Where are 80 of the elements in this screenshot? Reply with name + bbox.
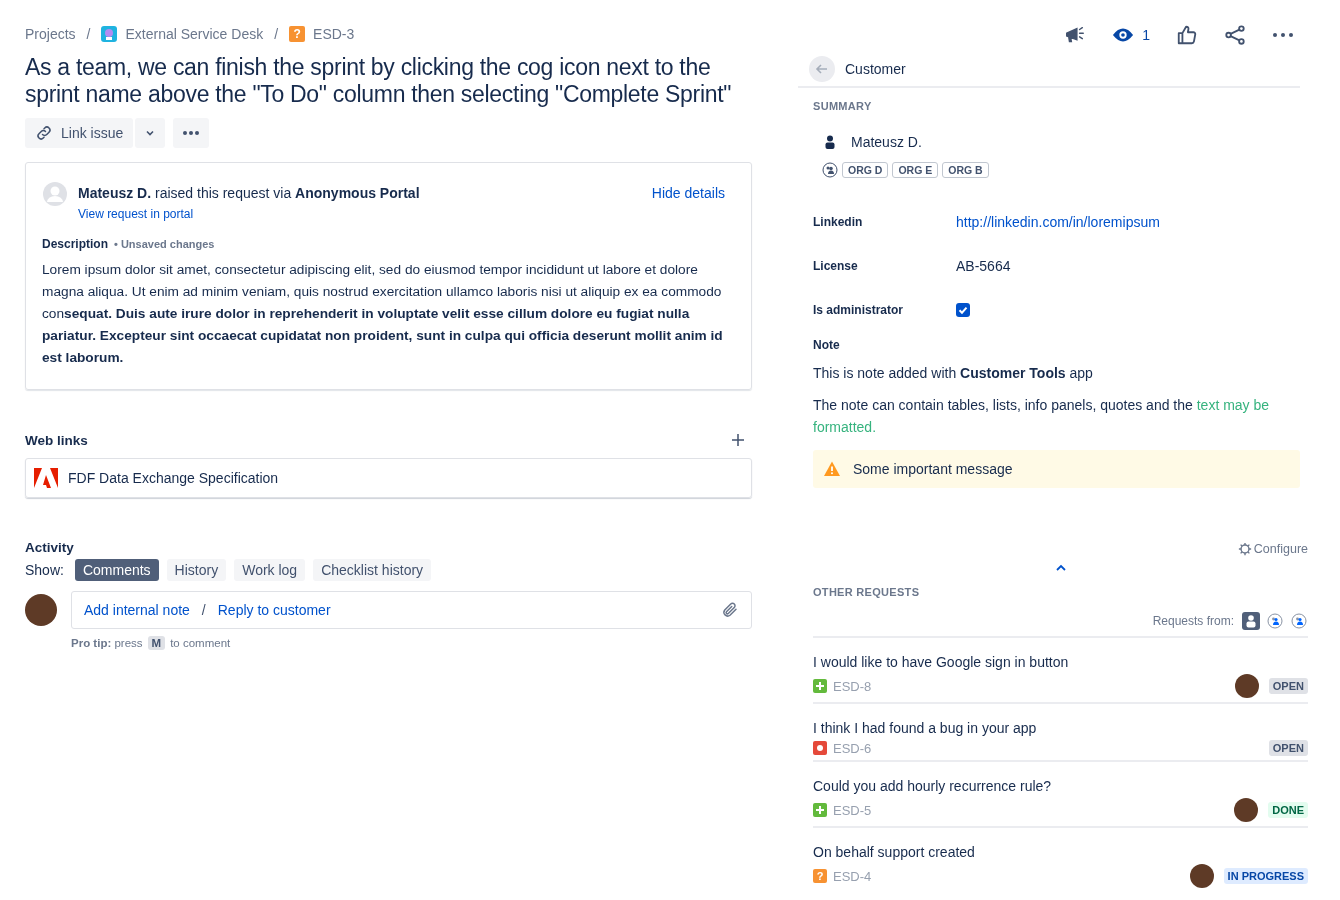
activity-filter-tab[interactable]: Work log — [234, 559, 306, 581]
reply-to-customer-link[interactable]: Reply to customer — [217, 602, 331, 618]
bug-icon — [813, 741, 827, 755]
more-icon — [182, 130, 201, 136]
requests-from-label: Requests from: — [1152, 614, 1234, 628]
more-button[interactable] — [173, 118, 210, 148]
add-icon[interactable] — [730, 432, 746, 448]
request-title[interactable]: On behalf support created — [813, 844, 975, 860]
link-icon — [35, 124, 53, 142]
watcher-count[interactable]: 1 — [1142, 27, 1150, 43]
request-title[interactable]: I think I had found a bug in your app — [813, 720, 1037, 736]
keyboard-key: M — [147, 636, 166, 650]
activity-heading: Activity — [25, 540, 75, 555]
show-label: Show: — [25, 562, 64, 578]
note-paragraph: The note can contain tables, lists, info panels, quotes and the text may be formatted. — [813, 396, 1271, 437]
description-text: Lorem ipsum dolor sit amet, consectetur adipiscing elit, sed do eiusmod tempor incididunt ut labore et dolore magna aliqua. Ut enim ad minim veniam, quis nostrud exercitation ullamco laboris nisi ut aliquip ex ea commodo consequat. Duis aute irure dolor in reprehenderit in voluptate velit esse cillum dolore eu fugiat nulla pariatur. Excepteur sint occaecat cupidatat non proident, sunt in culpa qui officia deserunt mollit anim id est laborum. — [42, 261, 724, 367]
unsaved-changes-text: • Unsaved changes — [114, 238, 215, 250]
request-title[interactable]: Could you add hourly recurrence rule? — [813, 778, 1052, 794]
thumbs-up-icon[interactable] — [1176, 24, 1198, 46]
warning-icon — [823, 460, 841, 478]
question-icon: ? — [813, 869, 827, 883]
field-label: Is administrator — [813, 303, 905, 317]
organization-tag: ORG E — [892, 162, 939, 178]
warning-text: Some important message — [853, 461, 1013, 477]
breadcrumb-separator: / — [86, 26, 91, 42]
breadcrumb-link[interactable]: Projects — [25, 26, 76, 42]
attachment-icon[interactable] — [721, 601, 739, 619]
request-title[interactable]: I would like to have Google sign in button — [813, 654, 1069, 670]
settings-icon — [1237, 542, 1252, 556]
organization-tag: ORG B — [942, 162, 989, 178]
issue-title: As a team, we can finish the sprint by clicking the cog icon next to the sprint name above the "To Do" column then selecting "Complete Sprint" — [25, 54, 733, 108]
add-internal-note-link[interactable]: Add internal note — [84, 602, 190, 618]
checkbox[interactable] — [956, 303, 970, 317]
status-lozenge: IN PROGRESS — [1223, 868, 1308, 884]
comment-field[interactable]: Add internal note / Reply to customer — [71, 591, 752, 629]
field-label: License — [813, 259, 859, 273]
status-lozenge: OPEN — [1268, 740, 1308, 756]
description-label: Description — [42, 237, 108, 251]
status-lozenge: OPEN — [1268, 678, 1308, 694]
raised-by-text: Mateusz D. raised this request via Anonymous Portal — [78, 185, 421, 201]
breadcrumb-link[interactable]: ESD-3 — [313, 26, 355, 42]
panel-title: Customer — [845, 61, 906, 77]
view-in-portal-link[interactable]: View request in portal — [78, 207, 194, 221]
organization-filter-toggle[interactable] — [1266, 612, 1284, 630]
note-paragraph: This is note added with Customer Tools app — [813, 364, 1094, 383]
organization-filter-toggle[interactable] — [1290, 612, 1308, 630]
plus-icon — [813, 803, 827, 817]
question-icon: ? — [289, 26, 306, 42]
status-lozenge: DONE — [1268, 802, 1308, 818]
web-link-title[interactable]: FDF Data Exchange Specification — [68, 470, 279, 486]
organization-tag: ORG D — [842, 162, 889, 178]
field-value: AB-5664 — [956, 258, 1011, 274]
pro-tip-text: Pro tip: press — [71, 637, 143, 649]
field-label: Linkedin — [813, 215, 864, 229]
note-label: Note — [813, 338, 841, 352]
person-filter-toggle[interactable] — [1242, 612, 1260, 630]
separator-text: / — [201, 602, 206, 618]
organization-icon — [822, 162, 838, 178]
web-link-item[interactable]: FDF Data Exchange Specification — [25, 458, 752, 498]
activity-filter-tab[interactable]: Checklist history — [313, 559, 432, 581]
summary-heading: SUMMARY — [813, 100, 873, 112]
breadcrumb-separator: / — [274, 26, 279, 42]
breadcrumb-link[interactable]: External Service Desk — [125, 26, 264, 42]
project-avatar-icon — [101, 26, 118, 42]
web-links-heading: Web links — [25, 432, 88, 448]
configure-link[interactable]: Configure — [1237, 542, 1308, 556]
share-icon[interactable] — [1224, 24, 1246, 46]
link-issue-button[interactable]: Link issue — [25, 118, 134, 148]
pro-tip-text: to comment — [170, 637, 231, 649]
linkedin-link[interactable]: http://linkedin.com/in/loremipsum — [956, 214, 1160, 230]
activity-filter-tab[interactable]: Comments — [74, 559, 159, 581]
customer-name: Mateusz D. — [851, 134, 922, 150]
other-requests-heading: OTHER REQUESTS — [813, 586, 921, 598]
hide-details-link[interactable]: Hide details — [651, 181, 725, 201]
pdf-logo-icon — [34, 466, 58, 490]
user-avatar-icon — [42, 181, 68, 207]
avatar — [25, 594, 57, 626]
person-icon — [823, 135, 837, 149]
activity-filter-tab[interactable]: History — [166, 559, 227, 581]
plus-icon — [813, 679, 827, 693]
